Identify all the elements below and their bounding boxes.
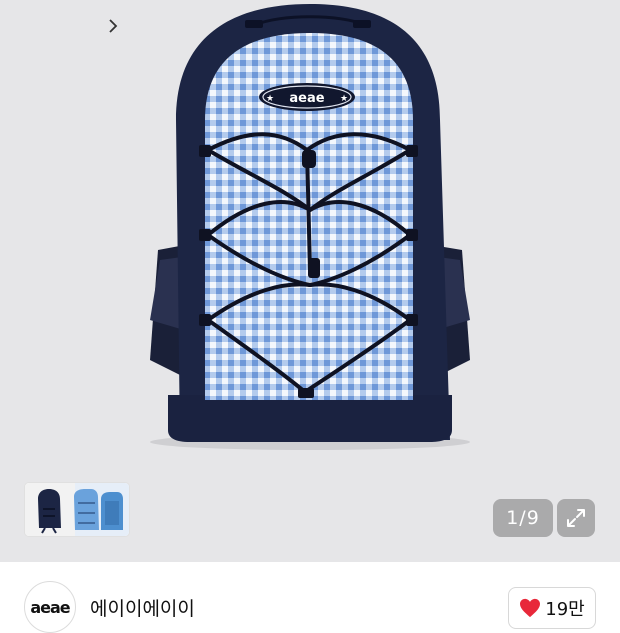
avatar-text: aeae [30, 598, 70, 617]
seller-avatar[interactable]: aeae [24, 581, 76, 633]
thumb-blue-backpack[interactable] [65, 483, 129, 536]
expand-button[interactable] [557, 499, 595, 537]
expand-icon [567, 509, 585, 527]
thumbnail-blue-image [65, 483, 129, 536]
backpack-image: aeae ★ ★ [150, 4, 470, 450]
like-button[interactable]: 19만 [508, 587, 596, 629]
store-name[interactable]: 에이이에이이 [90, 594, 195, 621]
brand-patch-text: aeae [289, 91, 324, 106]
svg-text:★: ★ [340, 94, 348, 104]
chevron-right-icon[interactable] [108, 18, 118, 37]
like-count: 19만 [545, 599, 585, 620]
image-counter: 1/9 [493, 499, 553, 537]
heart-icon [520, 598, 541, 618]
thumbnail-strip[interactable] [25, 483, 129, 536]
product-image-viewer[interactable]: aeae ★ ★ 1/9 [0, 0, 620, 562]
seller-row[interactable]: aeae 에이이에이이 19만 [0, 562, 620, 633]
svg-text:★: ★ [266, 94, 274, 104]
